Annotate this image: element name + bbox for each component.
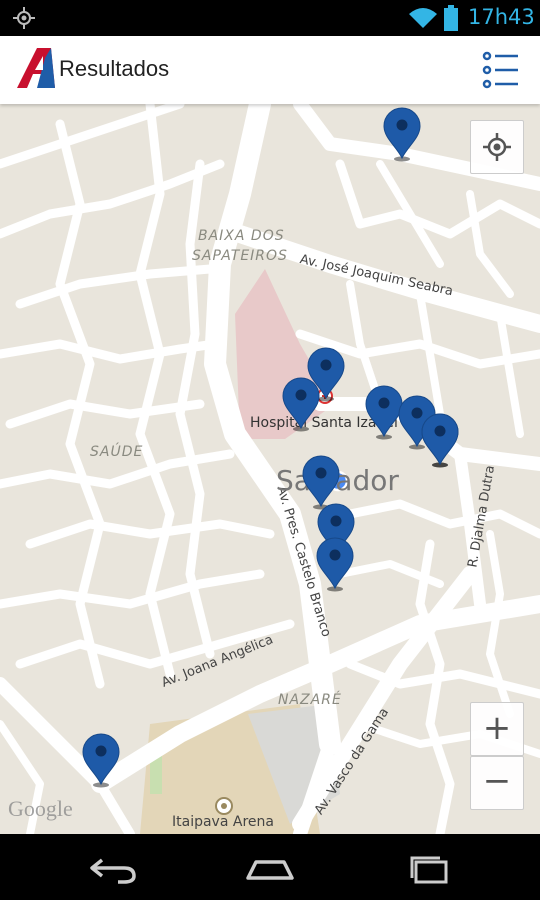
result-pin[interactable] — [382, 106, 422, 162]
google-attribution: Google — [8, 796, 73, 821]
clock: 17h43 — [468, 5, 535, 29]
app-logo — [17, 48, 55, 88]
navigation-bar — [0, 834, 540, 900]
back-button[interactable] — [84, 848, 144, 888]
battery-icon — [444, 5, 458, 31]
my-location-button[interactable] — [470, 120, 524, 174]
map-tiles — [0, 104, 540, 834]
crosshair-icon — [483, 133, 511, 161]
wifi-icon — [409, 8, 437, 28]
district-label-sapateiros: SAPATEIROS — [192, 248, 288, 264]
result-pin[interactable] — [281, 376, 321, 432]
list-view-button[interactable] — [478, 48, 522, 92]
map-pin-icon — [82, 733, 120, 788]
action-bar: Resultados — [0, 36, 540, 104]
home-icon — [246, 860, 294, 880]
page-title: Resultados — [59, 56, 170, 81]
zoom-in-button[interactable]: + — [470, 702, 524, 756]
recents-icon — [410, 856, 448, 884]
map-pin-icon — [383, 107, 421, 162]
back-icon — [90, 858, 136, 884]
map-pin-icon — [421, 413, 459, 468]
map-pin-icon — [316, 537, 354, 592]
result-pin[interactable] — [315, 536, 355, 592]
list-icon — [482, 51, 518, 89]
map-pin-icon — [282, 377, 320, 432]
recents-button[interactable] — [400, 848, 460, 888]
map-view[interactable]: BAIXA DOS SAPATEIROS SAÚDE NAZARÉ Av. Jo… — [0, 104, 540, 834]
arena-icon-dot — [221, 803, 227, 809]
arena-label: Itaipava Arena — [172, 814, 274, 830]
result-pin[interactable] — [81, 732, 121, 788]
status-bar: 17h43 — [0, 0, 540, 36]
district-label-saude: SAÚDE — [90, 444, 144, 460]
zoom-out-button[interactable]: − — [470, 756, 524, 810]
district-label-baixa: BAIXA DOS — [198, 228, 285, 244]
gps-icon — [13, 7, 35, 29]
district-label-nazare: NAZARÉ — [278, 692, 342, 708]
home-button[interactable] — [240, 848, 300, 888]
result-pin[interactable] — [420, 412, 460, 468]
